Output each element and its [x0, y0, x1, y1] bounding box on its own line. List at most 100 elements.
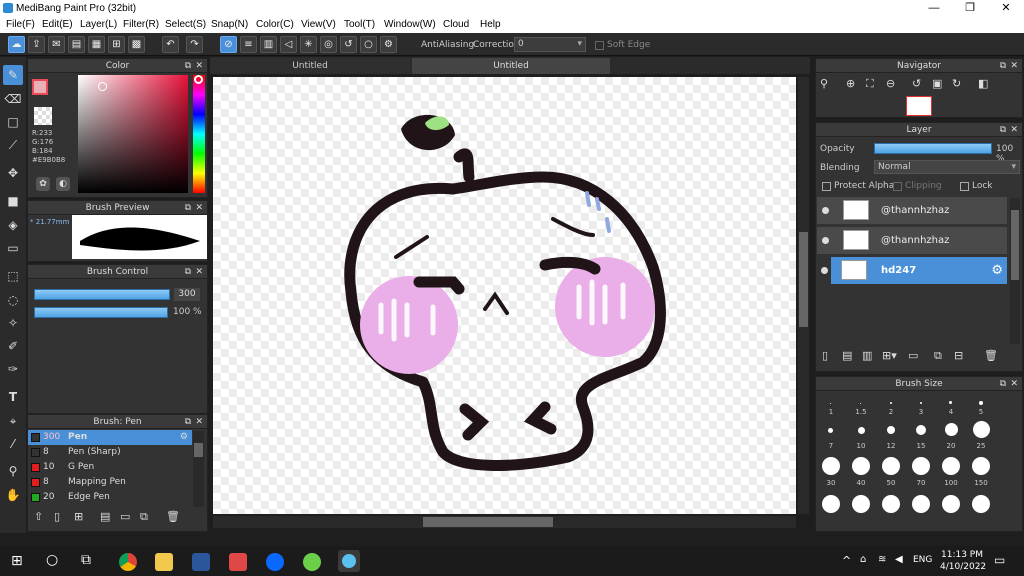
menu-layer[interactable]: Layer(L): [80, 19, 117, 30]
brush-list-item[interactable]: 20 Edge Pen: [28, 490, 192, 505]
brush-size-dot[interactable]: [920, 402, 922, 404]
new-8bit-layer-icon[interactable]: ▥: [862, 349, 872, 362]
parallel-snap-icon[interactable]: ≡: [240, 36, 257, 53]
brush-size-dot[interactable]: [949, 401, 952, 404]
undo-icon[interactable]: ↶: [162, 36, 179, 53]
chrome-icon[interactable]: [119, 553, 137, 571]
brush-size-dot[interactable]: [860, 403, 861, 404]
menu-select[interactable]: Select(S): [165, 19, 206, 30]
menu-file[interactable]: File(F): [6, 19, 35, 30]
medibang-taskbar-icon[interactable]: [338, 550, 360, 572]
vertical-scroll-thumb[interactable]: [799, 232, 808, 327]
delete-layer-icon[interactable]: 🗑: [984, 349, 998, 362]
new-layer-icon[interactable]: ▯: [822, 349, 828, 362]
reset-view-icon[interactable]: ▣: [932, 77, 942, 90]
maximize-button[interactable]: ❐: [952, 0, 988, 17]
undock-icon[interactable]: ⧉: [185, 59, 191, 73]
lock-checkbox[interactable]: [960, 182, 969, 191]
brush-size-dot[interactable]: [882, 457, 900, 475]
brush-size-dot[interactable]: [858, 427, 865, 434]
undock-icon[interactable]: ⧉: [185, 265, 191, 279]
tab-untitled-1[interactable]: Untitled: [210, 58, 410, 74]
undock-icon[interactable]: ⧉: [185, 415, 191, 429]
zalo-icon[interactable]: [266, 553, 284, 571]
menu-color[interactable]: Color(C): [256, 19, 294, 30]
vertical-scrollbar[interactable]: [798, 77, 809, 514]
correction-select[interactable]: 0 ▾: [514, 37, 586, 52]
canvas-workspace[interactable]: [210, 74, 810, 532]
menu-filter[interactable]: Filter(R): [123, 19, 159, 30]
hue-slider[interactable]: [193, 75, 205, 193]
saturation-value-picker[interactable]: [78, 75, 188, 193]
brush-tool-icon[interactable]: ✎: [3, 65, 23, 85]
brush-list-item[interactable]: 300 Pen ⚙: [28, 430, 192, 445]
snap-off-icon[interactable]: ⊘: [220, 36, 237, 53]
redo-icon[interactable]: ↷: [186, 36, 203, 53]
bucket-tool-icon[interactable]: ◈: [3, 215, 23, 235]
app-icon[interactable]: [229, 553, 247, 571]
move-tool-icon[interactable]: ✥: [3, 163, 23, 183]
color-palette-icon[interactable]: ✿: [36, 177, 50, 191]
layer-row[interactable]: @thannhzhaz: [817, 227, 1007, 255]
trash-icon[interactable]: 🗑: [166, 510, 180, 523]
circle-snap-icon[interactable]: ◎: [320, 36, 337, 53]
fit-icon[interactable]: ⛶: [866, 77, 874, 91]
grid-icon[interactable]: ⊞: [108, 36, 125, 53]
add-brush-icon[interactable]: ▯: [54, 510, 60, 523]
volume-icon[interactable]: ◀: [895, 554, 903, 565]
brush-size-dot[interactable]: [887, 426, 895, 434]
brush-size-dot[interactable]: [890, 402, 892, 404]
brush-list-item[interactable]: 8 Pen (Sharp): [28, 445, 192, 460]
close-panel-icon[interactable]: ✕: [195, 201, 203, 215]
flip-icon[interactable]: ◧: [978, 77, 988, 90]
visibility-icon[interactable]: [822, 237, 829, 244]
perspective-snap-icon[interactable]: ◁: [280, 36, 297, 53]
brush-size-dot[interactable]: [822, 457, 840, 475]
menu-cloud[interactable]: Cloud: [443, 19, 469, 30]
brush-size-dot[interactable]: [942, 457, 960, 475]
horizontal-scroll-thumb[interactable]: [423, 517, 553, 527]
transparent-swatch[interactable]: [34, 107, 52, 125]
brush-size-dot[interactable]: [912, 457, 930, 475]
add-layer-menu-icon[interactable]: ⊞▾: [882, 349, 897, 362]
magic-wand-icon[interactable]: ✧: [3, 313, 23, 333]
ellipse-snap-icon[interactable]: ○: [360, 36, 377, 53]
task-view-icon[interactable]: ⧉: [81, 552, 91, 568]
close-panel-icon[interactable]: ✕: [195, 265, 203, 279]
close-button[interactable]: ✕: [988, 0, 1024, 17]
select-eraser-icon[interactable]: ✑: [3, 359, 23, 379]
brush-size-dot[interactable]: [852, 495, 870, 513]
cloud-brush-icon[interactable]: ⇧: [34, 510, 43, 523]
brush-size-dot[interactable]: [973, 421, 990, 438]
brush-list-scrollbar[interactable]: [193, 431, 204, 507]
rotate-left-icon[interactable]: ↺: [912, 77, 921, 90]
brush-size-dot[interactable]: [945, 423, 958, 436]
zoom-out-icon[interactable]: ⊖: [886, 77, 895, 90]
brush-size-dot[interactable]: [822, 495, 840, 513]
brush-size-dot[interactable]: [882, 495, 900, 513]
brush-size-dot[interactable]: [972, 495, 990, 513]
hand-tool-icon[interactable]: ✋: [3, 485, 23, 505]
layer-row[interactable]: @thannhzhaz: [817, 197, 1007, 225]
tab-untitled-2[interactable]: Untitled: [412, 58, 610, 74]
close-panel-icon[interactable]: ✕: [1010, 59, 1018, 73]
fill-rect-tool-icon[interactable]: ■: [3, 191, 23, 211]
brush-size-dot[interactable]: [979, 401, 983, 405]
network-icon[interactable]: ⌂: [860, 554, 866, 565]
brush-menu-icon[interactable]: ⊞: [74, 510, 83, 523]
eraser-tool-icon[interactable]: ⌫: [3, 89, 23, 109]
folder-icon[interactable]: ▭: [120, 510, 130, 523]
visibility-icon[interactable]: [822, 207, 829, 214]
snap-settings-icon[interactable]: ⚙: [380, 36, 397, 53]
duplicate-layer-icon[interactable]: ⧉: [934, 349, 942, 363]
undock-icon[interactable]: ⧉: [1000, 123, 1006, 137]
clipping-checkbox[interactable]: [893, 182, 902, 191]
horizontal-scrollbar[interactable]: [213, 516, 796, 528]
tile-icon[interactable]: ▩: [128, 36, 145, 53]
select-pen-icon[interactable]: ✐: [3, 336, 23, 356]
cloud-icon[interactable]: ☁: [8, 36, 25, 53]
grid-snap-icon[interactable]: ▥: [260, 36, 277, 53]
close-panel-icon[interactable]: ✕: [195, 59, 203, 73]
color-history-icon[interactable]: ◐: [56, 177, 70, 191]
speech-icon[interactable]: ▤: [68, 36, 85, 53]
